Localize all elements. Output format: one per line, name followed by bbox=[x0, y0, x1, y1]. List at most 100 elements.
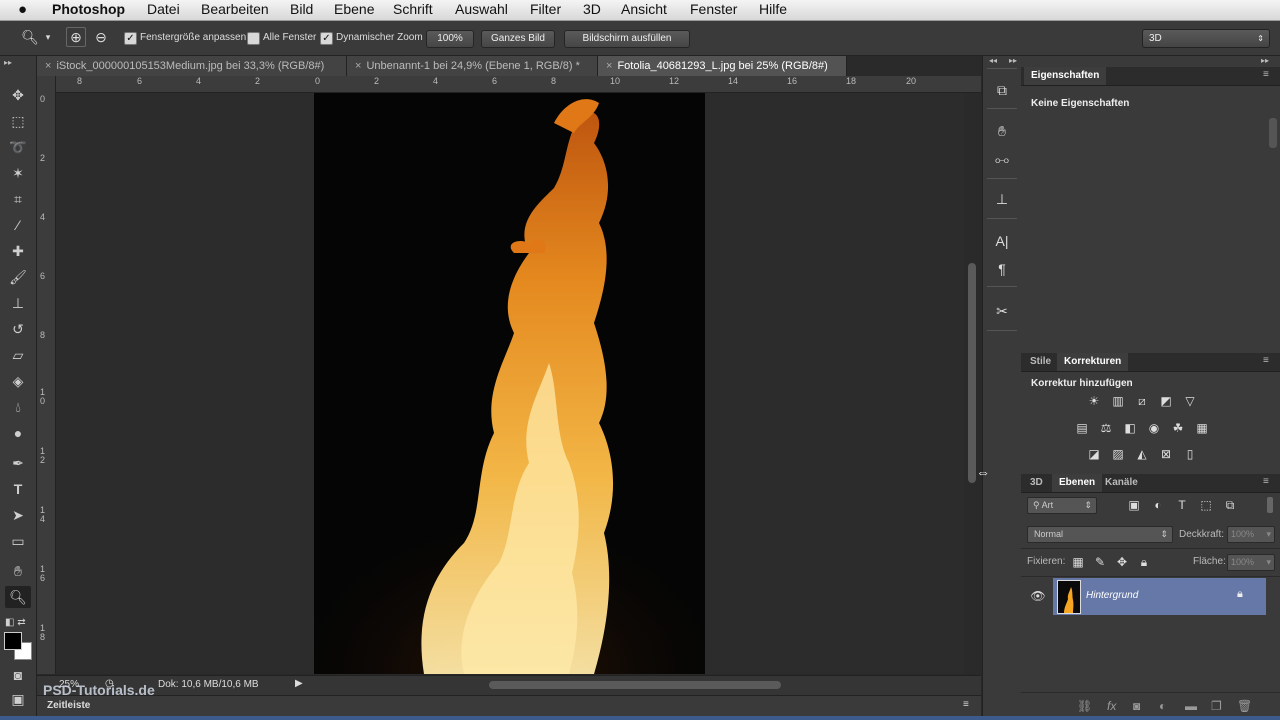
tool-presets-icon[interactable]: ✂ bbox=[990, 300, 1014, 322]
lock-position-icon[interactable]: ✥ bbox=[1113, 554, 1131, 570]
hue-saturation-icon[interactable]: ▤ bbox=[1073, 420, 1091, 436]
trash-icon[interactable]: 🗑︎ bbox=[1237, 699, 1252, 713]
filter-smart-icon[interactable]: ⧉ bbox=[1221, 497, 1239, 513]
vibrance-icon[interactable]: ▽ bbox=[1181, 393, 1199, 409]
marquee-tool-icon[interactable]: ⬚ bbox=[5, 110, 31, 132]
tab-styles[interactable]: Stile bbox=[1023, 353, 1058, 371]
paint-bucket-icon[interactable]: ◈ bbox=[5, 370, 31, 392]
black-white-icon[interactable]: ◧ bbox=[1121, 420, 1139, 436]
menu-schrift[interactable]: Schrift bbox=[393, 1, 433, 17]
menu-auswahl[interactable]: Auswahl bbox=[455, 1, 508, 17]
tab-3d[interactable]: 3D bbox=[1023, 474, 1050, 492]
chevron-down-icon[interactable]: ▾ bbox=[1266, 527, 1271, 542]
color-balance-icon[interactable]: ⚖ bbox=[1097, 420, 1115, 436]
new-layer-icon[interactable]: ❐ bbox=[1211, 699, 1222, 713]
close-icon[interactable]: × bbox=[606, 60, 612, 72]
fill-screen-button[interactable]: Bildschirm ausfüllen bbox=[564, 30, 690, 48]
channel-mixer-icon[interactable]: ☘ bbox=[1169, 420, 1187, 436]
close-icon[interactable]: × bbox=[355, 60, 361, 72]
levels-icon[interactable]: ▥ bbox=[1109, 393, 1127, 409]
invert-icon[interactable]: ◪ bbox=[1085, 446, 1103, 462]
history-icon[interactable]: ⧉ bbox=[990, 79, 1014, 101]
collapse-icon[interactable]: ▸▸ bbox=[1261, 56, 1269, 65]
menu-ansicht[interactable]: Ansicht bbox=[621, 1, 667, 17]
layer-mask-icon[interactable]: ◙ bbox=[1133, 699, 1140, 713]
pen-tool-icon[interactable]: ✒ bbox=[5, 452, 31, 474]
hand-tool-icon[interactable]: ✋︎ bbox=[5, 560, 31, 582]
blend-mode-select[interactable]: Normal ⇕ bbox=[1027, 526, 1173, 543]
filter-adjustment-icon[interactable]: ◐ bbox=[1149, 497, 1167, 513]
healing-brush-icon[interactable]: ✚ bbox=[5, 240, 31, 262]
filter-toggle[interactable] bbox=[1267, 497, 1273, 513]
tab-fotolia[interactable]: × Fotolia_40681293_L.jpg bei 25% (RGB/8#) bbox=[598, 56, 847, 76]
tab-istock[interactable]: × iStock_000000105153Medium.jpg bei 33,3%… bbox=[37, 56, 347, 76]
type-tool-icon[interactable]: T bbox=[5, 478, 31, 500]
group-folder-icon[interactable]: ▬ bbox=[1185, 699, 1197, 713]
panel-menu-icon[interactable]: ≡ bbox=[963, 699, 969, 710]
magic-wand-icon[interactable]: ✶ bbox=[5, 162, 31, 184]
exposure-icon[interactable]: ◩ bbox=[1157, 393, 1175, 409]
vertical-scroll-thumb[interactable] bbox=[968, 263, 976, 483]
layer-thumbnail[interactable] bbox=[1057, 580, 1081, 614]
layer-row-hintergrund[interactable]: Hintergrund 🔒︎ bbox=[1053, 578, 1266, 615]
menu-app[interactable]: Photoshop bbox=[52, 1, 125, 17]
menu-hilfe[interactable]: Hilfe bbox=[759, 1, 787, 17]
panel-menu-icon[interactable]: ≡ bbox=[1263, 476, 1269, 487]
posterize-icon[interactable]: ▨ bbox=[1109, 446, 1127, 462]
visibility-eye-icon[interactable]: 👁︎ bbox=[1029, 588, 1047, 604]
zoom-in-icon[interactable]: ⊕ bbox=[66, 27, 86, 47]
default-colors-icon[interactable]: ◧ ⇄ bbox=[5, 612, 31, 634]
dodge-tool-icon[interactable]: ● bbox=[5, 422, 31, 444]
curves-icon[interactable]: ⧄ bbox=[1133, 393, 1151, 409]
zoom-100-button[interactable]: 100% bbox=[426, 30, 474, 48]
screen-mode-icon[interactable]: ▣ bbox=[5, 688, 31, 710]
panel-menu-icon[interactable]: ≡ bbox=[1263, 69, 1269, 80]
photo-filter-icon[interactable]: ◉ bbox=[1145, 420, 1163, 436]
fill-field[interactable]: 100% ▾ bbox=[1227, 554, 1275, 571]
menu-datei[interactable]: Datei bbox=[147, 1, 180, 17]
menu-3d[interactable]: 3D bbox=[583, 1, 601, 17]
tab-unbenannt[interactable]: × Unbenannt-1 bei 24,9% (Ebene 1, RGB/8) … bbox=[347, 56, 598, 76]
panel-menu-icon[interactable]: ≡ bbox=[1263, 355, 1269, 366]
horizontal-scroll-thumb[interactable] bbox=[489, 681, 781, 689]
eraser-tool-icon[interactable]: ▱ bbox=[5, 344, 31, 366]
tab-layers[interactable]: Ebenen bbox=[1052, 474, 1103, 492]
adjustment-layer-icon[interactable]: ◐ bbox=[1159, 699, 1166, 713]
history-brush-icon[interactable]: ↺ bbox=[5, 318, 31, 340]
link-layers-icon[interactable]: ⛓ bbox=[1077, 699, 1092, 713]
foreground-color-swatch[interactable] bbox=[4, 632, 22, 650]
tab-channels[interactable]: Kanäle bbox=[1098, 474, 1145, 492]
clone-source-icon[interactable]: ⊥ bbox=[990, 188, 1014, 210]
brush-presets-icon[interactable]: ✋︎ bbox=[990, 120, 1014, 142]
lock-transparency-icon[interactable]: ▦ bbox=[1069, 554, 1087, 570]
resize-windows-checkbox[interactable]: ✓ bbox=[124, 32, 137, 45]
all-windows-checkbox[interactable] bbox=[247, 32, 260, 45]
document-image[interactable] bbox=[314, 93, 705, 674]
eyedropper-tool-icon[interactable]: ⁄ bbox=[5, 214, 31, 236]
opacity-field[interactable]: 100% ▾ bbox=[1227, 526, 1275, 543]
path-selection-icon[interactable]: ➤ bbox=[5, 504, 31, 526]
threshold-icon[interactable]: ◭ bbox=[1133, 446, 1151, 462]
canvas-area[interactable] bbox=[56, 93, 964, 674]
lasso-tool-icon[interactable]: ➰ bbox=[5, 136, 31, 158]
ruler-origin[interactable] bbox=[37, 76, 56, 93]
color-lookup-icon[interactable]: ▦ bbox=[1193, 420, 1211, 436]
menu-bild[interactable]: Bild bbox=[290, 1, 313, 17]
expand-icon[interactable]: ◂◂ bbox=[989, 56, 997, 65]
brush-settings-icon[interactable]: ⧟ bbox=[990, 148, 1014, 170]
tab-adjustments[interactable]: Korrekturen bbox=[1057, 353, 1129, 371]
gradient-map-icon[interactable]: ▯ bbox=[1181, 446, 1199, 462]
collapse-icon[interactable]: ▸▸ bbox=[4, 58, 12, 67]
scrubby-zoom-checkbox[interactable]: ✓ bbox=[320, 32, 333, 45]
zoom-tool-preset-icon[interactable]: 🔍︎ bbox=[20, 27, 40, 47]
brightness-icon[interactable]: ☀ bbox=[1085, 393, 1103, 409]
menu-bearbeiten[interactable]: Bearbeiten bbox=[201, 1, 269, 17]
status-menu-icon[interactable]: ▶ bbox=[295, 678, 303, 689]
brush-tool-icon[interactable]: 🖌︎ bbox=[5, 266, 31, 288]
chevron-down-icon[interactable]: ▾ bbox=[1266, 555, 1271, 570]
filter-type-icon[interactable]: T bbox=[1173, 497, 1191, 513]
character-icon[interactable]: A| bbox=[990, 230, 1014, 252]
layer-style-icon[interactable]: fx bbox=[1107, 699, 1116, 713]
rectangle-tool-icon[interactable]: ▭ bbox=[5, 530, 31, 552]
paragraph-icon[interactable]: ¶ bbox=[990, 258, 1014, 280]
